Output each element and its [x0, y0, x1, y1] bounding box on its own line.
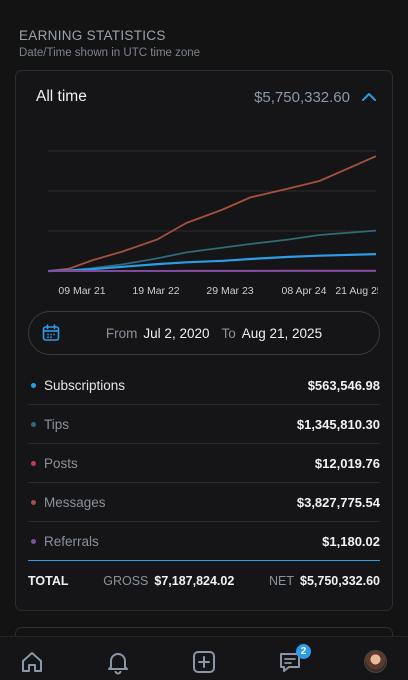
net-group: NET $5,750,332.60: [269, 574, 380, 588]
row-value: $12,019.76: [314, 455, 380, 471]
x-tick-label: 09 Mar 21: [58, 285, 105, 297]
row-label: Posts: [44, 455, 78, 471]
to-date[interactable]: Aug 21, 2025: [242, 326, 322, 341]
date-range-text: From Jul 2, 2020 To Aug 21, 2025: [29, 312, 379, 354]
gross-group: GROSS $7,187,824.02: [103, 574, 234, 588]
home-icon[interactable]: [19, 649, 45, 675]
row-value: $563,546.98: [307, 377, 380, 393]
row-label: Messages: [44, 494, 106, 510]
card-header-right: $5,750,332.60: [254, 88, 378, 106]
gross-label: GROSS: [103, 573, 149, 588]
x-tick-label: 29 Mar 23: [206, 285, 253, 297]
row-left: Messages: [31, 495, 106, 510]
series-dot: [31, 382, 36, 388]
row-label: Tips: [44, 416, 70, 432]
row-posts[interactable]: Posts $12,019.76: [28, 444, 380, 483]
row-value: $3,827,775.54: [296, 494, 380, 510]
x-tick-label: 21 Aug 25: [335, 285, 378, 297]
page-header: EARNING STATISTICS Date/Time shown in UT…: [19, 28, 200, 59]
row-left: Tips: [31, 417, 69, 432]
period-label: All time: [36, 88, 87, 105]
row-left: Subscriptions: [31, 378, 125, 393]
series-line-tips: [47, 229, 377, 272]
x-tick-label: 19 Mar 22: [132, 285, 179, 297]
gross-value: $7,187,824.02: [154, 573, 235, 588]
timezone-note: Date/Time shown in UTC time zone: [19, 47, 201, 59]
row-value: $1,180.02: [322, 534, 380, 549]
date-range-picker[interactable]: From Jul 2, 2020 To Aug 21, 2025: [28, 311, 380, 355]
series-dot: [31, 421, 36, 427]
messages-badge: 2: [296, 644, 311, 659]
earnings-breakdown: Subscriptions $563,546.98 Tips $1,345,81…: [16, 366, 392, 561]
earnings-card: All time $5,750,332.60 09 Mar 21 19 Mar 2…: [15, 70, 393, 611]
series-line-subscriptions: [47, 253, 377, 273]
row-referrals[interactable]: Referrals $1,180.02: [28, 522, 380, 561]
row-left: Referrals: [31, 534, 99, 549]
row-messages[interactable]: Messages $3,827,775.54: [28, 483, 380, 522]
from-label: From: [105, 325, 138, 341]
series-dot: [31, 499, 36, 505]
page-title: EARNING STATISTICS: [19, 28, 166, 43]
row-tips[interactable]: Tips $1,345,810.30: [28, 405, 380, 444]
avatar[interactable]: [364, 650, 387, 673]
net-value: $5,750,332.60: [300, 573, 380, 588]
row-subscriptions[interactable]: Subscriptions $563,546.98: [28, 366, 380, 405]
series-line-messages: [47, 155, 377, 272]
total-label: TOTAL: [28, 573, 69, 588]
card-header[interactable]: All time $5,750,332.60: [16, 71, 392, 123]
bottom-nav: 2: [0, 636, 408, 680]
row-left: Posts: [31, 456, 78, 471]
row-value: $1,345,810.30: [296, 416, 380, 432]
total-amount: $5,750,332.60: [254, 88, 350, 106]
row-label: Subscriptions: [44, 377, 126, 393]
add-icon[interactable]: [191, 649, 217, 675]
row-label: Referrals: [44, 534, 99, 549]
chevron-up-icon[interactable]: [360, 88, 378, 106]
from-date[interactable]: Jul 2, 2020: [143, 326, 209, 341]
totals-row: TOTAL GROSS $7,187,824.02 NET $5,750,332…: [28, 560, 380, 600]
to-label: To: [221, 325, 236, 341]
x-tick-label: 08 Apr 24: [282, 285, 327, 297]
net-label: NET: [269, 573, 295, 588]
series-dot: [31, 539, 36, 544]
series-dot: [31, 460, 36, 466]
bell-icon[interactable]: [105, 649, 131, 675]
